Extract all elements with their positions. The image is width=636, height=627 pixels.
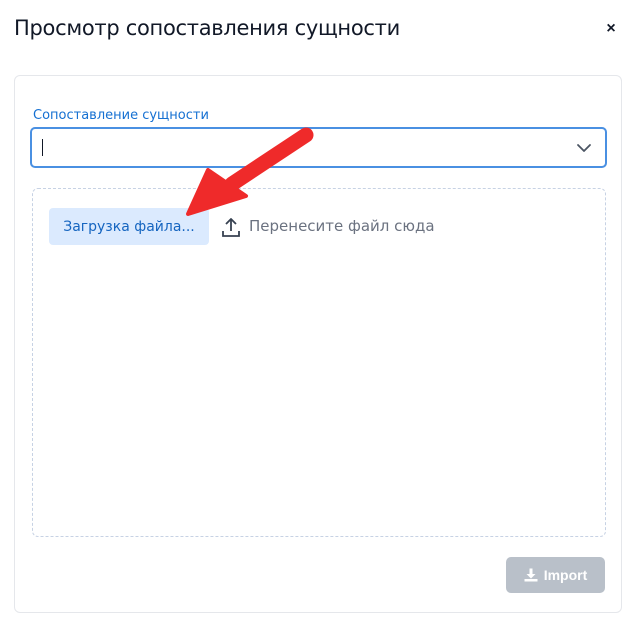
import-button: Import xyxy=(506,557,605,593)
import-button-label: Import xyxy=(543,567,588,583)
dialog-title: Просмотр сопоставления сущности xyxy=(14,16,400,40)
entity-mapping-select[interactable] xyxy=(30,127,607,168)
import-icon xyxy=(524,568,538,582)
entity-mapping-dialog: Просмотр сопоставления сущности × Сопост… xyxy=(0,0,636,627)
upload-file-button[interactable]: Загрузка файла... xyxy=(49,208,209,245)
drop-hint-text: Перенесите файл сюда xyxy=(249,217,435,235)
text-cursor xyxy=(42,139,43,156)
chevron-down-icon[interactable] xyxy=(575,139,593,157)
upload-icon xyxy=(222,218,240,237)
entity-mapping-label: Сопоставление сущности xyxy=(33,108,209,123)
close-icon: × xyxy=(606,20,616,37)
close-button[interactable]: × xyxy=(600,18,622,40)
dialog-panel: Сопоставление сущности Загрузка файла...… xyxy=(14,75,622,613)
file-dropzone[interactable]: Загрузка файла... Перенесите файл сюда xyxy=(32,188,606,537)
